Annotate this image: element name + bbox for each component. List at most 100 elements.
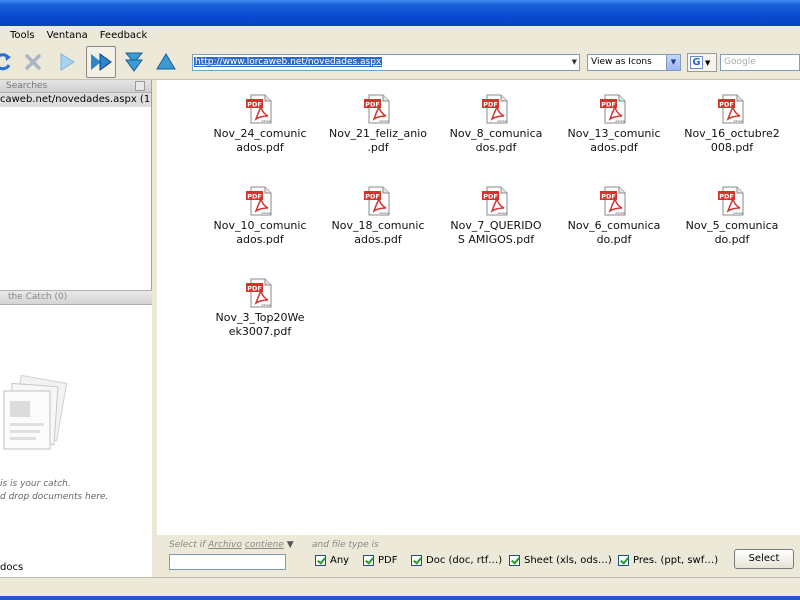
taskbar-strip [0, 596, 800, 600]
file-name: Nov_10_comunic ados.pdf [213, 219, 307, 246]
stop-button[interactable] [18, 46, 48, 78]
checkbox-sheet-label: Sheet (xls, ods…) [524, 555, 612, 566]
filter-bar: Select if Archivo contiene ▼ and file ty… [157, 535, 800, 577]
checkbox-pres-label: Pres. (ppt, swf…) [633, 555, 719, 566]
checkbox-doc[interactable]: Doc (doc, rtf…) [411, 555, 502, 566]
pdf-file-item[interactable]: PDF Adobe Nov_3_Top20We ek3007.pdf [200, 278, 320, 339]
checkbox-pres-box[interactable] [618, 555, 629, 566]
pdf-badge-text: PDF [247, 100, 262, 108]
pdf-file-icon: PDF Adobe [246, 186, 272, 216]
file-name: Nov_7_QUERIDO S AMIGOS.pdf [450, 219, 542, 246]
filter-text-input[interactable] [169, 554, 286, 570]
file-name: Nov_16_octubre2 008.pdf [684, 127, 780, 154]
view-mode-select[interactable]: View as Icons ▼ [587, 54, 681, 71]
select-if-text: Select if [169, 540, 206, 550]
pdf-badge-text: PDF [719, 100, 734, 108]
adobe-brand-text: Adobe [261, 119, 271, 123]
window-titlebar [0, 0, 800, 26]
google-search-input[interactable]: Google [720, 54, 800, 71]
play-button[interactable] [52, 46, 82, 78]
pdf-file-icon: PDF Adobe [246, 94, 272, 124]
pdf-file-item[interactable]: PDF Adobe Nov_8_comunica dos.pdf [436, 94, 556, 155]
status-bar [0, 577, 800, 600]
checkbox-sheet-box[interactable] [509, 555, 520, 566]
search-engine-button[interactable]: G ▼ [687, 53, 717, 72]
pdf-badge-text: PDF [719, 192, 734, 200]
adobe-brand-text: Adobe [615, 211, 625, 215]
searches-header: Searches [0, 80, 151, 93]
checkbox-pdf[interactable]: PDF [363, 555, 397, 566]
checkbox-pres[interactable]: Pres. (ppt, swf…) [618, 555, 718, 566]
chevron-down-icon[interactable]: ▼ [666, 55, 680, 70]
eject-button[interactable] [151, 46, 181, 78]
pdf-file-item[interactable]: PDF Adobe Nov_13_comunic ados.pdf [554, 94, 674, 155]
adobe-brand-text: Adobe [261, 211, 271, 215]
menu-ventana[interactable]: Ventana [41, 30, 94, 41]
pdf-file-item[interactable]: PDF Adobe Nov_16_octubre2 008.pdf [672, 94, 792, 155]
pdf-badge-text: PDF [365, 100, 380, 108]
pdf-file-item[interactable]: PDF Adobe Nov_5_comunica do.pdf [672, 186, 792, 247]
url-input[interactable]: http://www.lorcaweb.net/novedades.aspx ▼ [192, 54, 580, 71]
pdf-file-item[interactable]: PDF Adobe Nov_6_comunica do.pdf [554, 186, 674, 247]
refresh-button[interactable] [0, 46, 18, 78]
file-name: Nov_13_comunic ados.pdf [567, 127, 661, 154]
adobe-brand-text: Adobe [379, 119, 389, 123]
adobe-brand-text: Adobe [615, 119, 625, 123]
pdf-file-icon: PDF Adobe [482, 94, 508, 124]
file-name: Nov_21_feliz_anio .pdf [329, 127, 427, 154]
checkbox-any[interactable]: Any [315, 555, 349, 566]
operator-dropdown-icon[interactable]: ▼ [287, 540, 294, 550]
pdf-badge-text: PDF [247, 192, 262, 200]
adobe-brand-text: Adobe [733, 211, 743, 215]
select-if-label: Select if Archivo contiene ▼ [169, 540, 294, 550]
menu-bar: Tools Ventana Feedback [0, 26, 800, 44]
search-history-item[interactable]: caweb.net/novedades.aspx (11) [0, 93, 151, 107]
select-button[interactable]: Select [734, 549, 794, 569]
pdf-file-icon: PDF Adobe [364, 186, 390, 216]
pdf-file-item[interactable]: PDF Adobe Nov_21_feliz_anio .pdf [318, 94, 438, 155]
pdf-badge-text: PDF [483, 192, 498, 200]
operator-dropdown[interactable]: contiene [245, 540, 284, 550]
catch-line-1: is is your catch. [0, 479, 71, 489]
pdf-file-item[interactable]: PDF Adobe Nov_18_comunic ados.pdf [318, 186, 438, 247]
pdf-file-item[interactable]: PDF Adobe Nov_24_comunic ados.pdf [200, 94, 320, 155]
pdf-file-icon: PDF Adobe [600, 94, 626, 124]
catch-drop-area[interactable]: is is your catch. d drop documents here.… [0, 305, 152, 577]
panel-close-icon[interactable] [135, 81, 145, 91]
pdf-file-item[interactable]: PDF Adobe Nov_10_comunic ados.pdf [200, 186, 320, 247]
pdf-file-icon: PDF Adobe [600, 186, 626, 216]
pdf-file-item[interactable]: PDF Adobe Nov_7_QUERIDO S AMIGOS.pdf [436, 186, 556, 247]
documents-illustration-icon [0, 374, 74, 458]
triangle-up-icon [156, 53, 176, 70]
checkbox-doc-label: Doc (doc, rtf…) [426, 555, 503, 566]
pdf-badge-text: PDF [483, 100, 498, 108]
url-dropdown-icon[interactable]: ▼ [572, 55, 577, 70]
download-all-button[interactable] [119, 46, 149, 78]
file-type-label: and file type is [312, 540, 379, 550]
adobe-brand-text: Adobe [497, 211, 507, 215]
results-icon-view: PDF Adobe Nov_24_comunic ados.pdf PDF Adobe No… [157, 80, 800, 535]
file-name: Nov_18_comunic ados.pdf [331, 219, 425, 246]
catch-title: the Catch (0) [8, 292, 68, 302]
checkbox-doc-box[interactable] [411, 555, 422, 566]
checkbox-pdf-label: PDF [378, 555, 398, 566]
menu-feedback[interactable]: Feedback [94, 30, 154, 41]
checkbox-pdf-box[interactable] [363, 555, 374, 566]
checkbox-sheet[interactable]: Sheet (xls, ods…) [509, 555, 612, 566]
url-text: http://www.lorcaweb.net/novedades.aspx [194, 57, 383, 67]
left-panel: Searches caweb.net/novedades.aspx (11) t… [0, 80, 152, 577]
fast-forward-icon [91, 53, 112, 71]
adobe-brand-text: Adobe [261, 303, 271, 307]
view-mode-value: View as Icons [591, 57, 652, 67]
fast-forward-button[interactable] [86, 46, 116, 78]
field-dropdown[interactable]: Archivo [208, 540, 242, 550]
pdf-badge-text: PDF [247, 284, 262, 292]
file-name: Nov_24_comunic ados.pdf [213, 127, 307, 154]
pdf-file-icon: PDF Adobe [718, 186, 744, 216]
google-search-placeholder: Google [724, 57, 756, 67]
menu-tools[interactable]: Tools [0, 30, 41, 41]
adobe-brand-text: Adobe [497, 119, 507, 123]
checkbox-any-box[interactable] [315, 555, 326, 566]
play-icon [60, 53, 75, 71]
catch-line-2: d drop documents here. [0, 492, 109, 502]
